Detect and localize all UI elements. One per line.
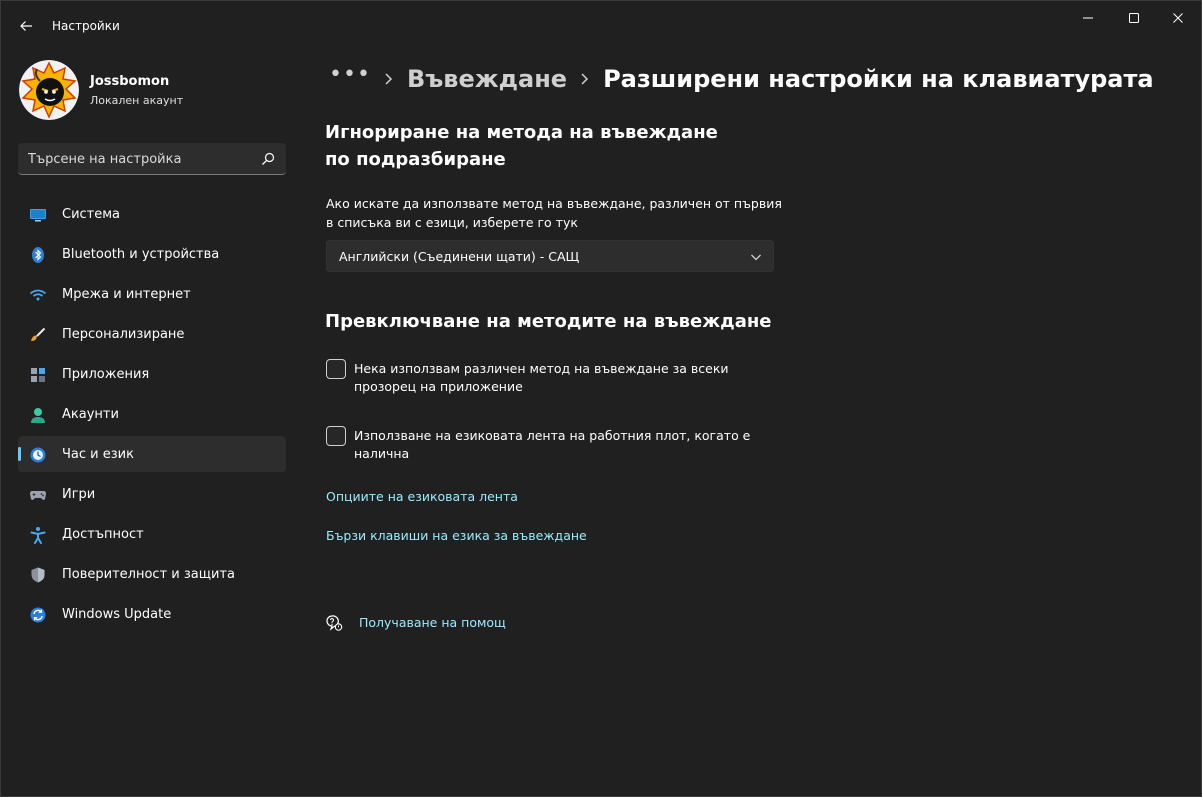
time-language-icon <box>30 447 46 463</box>
sidebar-item-label: Час и език <box>62 447 134 462</box>
per-app-input-label: Нека използвам различен метод на въвежда… <box>354 361 729 394</box>
help-icon <box>326 615 343 631</box>
sidebar-item-windows-update[interactable]: Windows Update <box>18 596 286 632</box>
breadcrumb-parent-link[interactable]: Въвеждане <box>407 65 567 93</box>
sidebar-nav: Система Bluetooth и устройства Мрежа и и… <box>18 196 286 636</box>
sidebar-item-accounts[interactable]: Акаунти <box>18 396 286 432</box>
user-name: Jossbomon <box>90 74 170 89</box>
app-title: Настройки <box>52 19 120 33</box>
back-arrow-icon <box>20 21 32 31</box>
close-button[interactable] <box>1155 1 1201 35</box>
bluetooth-icon <box>32 247 44 263</box>
sidebar-item-personalization[interactable]: Персонализиране <box>18 316 286 352</box>
bomb-avatar-icon <box>19 60 79 120</box>
apps-icon <box>31 368 45 382</box>
minimize-icon <box>1083 17 1093 19</box>
sidebar-item-label: Мрежа и интернет <box>62 287 191 302</box>
input-language-hotkeys-link[interactable]: Бързи клавиши на езика за въвеждане <box>326 528 587 543</box>
shield-icon <box>31 567 45 583</box>
sidebar-item-accessibility[interactable]: Достъпност <box>18 516 286 552</box>
system-icon <box>30 209 46 222</box>
wifi-icon <box>29 289 47 301</box>
chevron-right-icon <box>581 73 589 85</box>
breadcrumb-separator <box>573 69 597 89</box>
sidebar-item-bluetooth[interactable]: Bluetooth и устройства <box>18 236 286 272</box>
sidebar-item-label: Игри <box>62 487 96 502</box>
search-icon[interactable] <box>260 151 276 167</box>
dropdown-selected-value: Английски (Съединени щати) - САЩ <box>339 249 580 264</box>
breadcrumb: ••• Въвеждане Разширени настройки на кла… <box>329 61 1154 97</box>
page-title: Разширени настройки на клавиатурата <box>603 65 1154 93</box>
minimize-button[interactable] <box>1065 1 1111 35</box>
close-icon <box>1173 13 1183 23</box>
maximize-icon <box>1129 13 1139 23</box>
override-heading: Игнориране на метода на въвеждане по под… <box>325 122 718 170</box>
override-description: Ако искате да използвате метод на въвежд… <box>326 196 782 230</box>
language-bar-label: Използване на езиковата лента на работни… <box>354 428 751 461</box>
brush-icon <box>31 327 46 341</box>
get-help-link[interactable]: Получаване на помощ <box>359 615 506 630</box>
sidebar-item-network[interactable]: Мрежа и интернет <box>18 276 286 312</box>
breadcrumb-separator <box>377 69 401 89</box>
account-type: Локален акаунт <box>90 94 184 107</box>
sidebar-item-label: Достъпност <box>62 527 144 542</box>
sidebar-item-label: Поверителност и защита <box>62 567 235 582</box>
sidebar-item-label: Bluetooth и устройства <box>62 247 220 262</box>
chevron-down-icon <box>751 254 761 261</box>
sidebar-item-label: Приложения <box>62 367 150 382</box>
person-icon <box>31 408 45 423</box>
breadcrumb-overflow-button[interactable]: ••• <box>329 62 371 87</box>
sidebar-item-label: Персонализиране <box>62 327 185 342</box>
sidebar-item-gaming[interactable]: Игри <box>18 476 286 512</box>
settings-window: Настройки Jossbomon Локален акаунт Търсе… <box>0 0 1202 797</box>
input-method-dropdown[interactable]: Английски (Съединени щати) - САЩ <box>326 240 774 272</box>
language-bar-checkbox[interactable] <box>326 426 346 446</box>
sidebar-item-label: Windows Update <box>62 607 172 622</box>
per-app-input-checkbox[interactable] <box>326 359 346 379</box>
sidebar-item-system[interactable]: Система <box>18 196 286 232</box>
switching-heading: Превключване на методите на въвеждане <box>325 311 772 332</box>
language-bar-options-link[interactable]: Опциите на езиковата лента <box>326 489 518 504</box>
back-button[interactable] <box>11 13 41 39</box>
sidebar-item-apps[interactable]: Приложения <box>18 356 286 392</box>
sidebar-item-label: Система <box>62 207 121 222</box>
avatar[interactable] <box>19 60 79 120</box>
sidebar-item-privacy[interactable]: Поверителност и защита <box>18 556 286 592</box>
update-icon <box>30 607 46 623</box>
sidebar-item-time-language[interactable]: Час и език <box>18 436 286 472</box>
search-box[interactable] <box>18 143 286 175</box>
gamepad-icon <box>30 491 46 500</box>
per-app-input-option[interactable]: Нека използвам различен метод на въвежда… <box>326 359 786 399</box>
chevron-right-icon <box>385 73 392 85</box>
title-bar: Настройки <box>1 1 1201 49</box>
sidebar-item-label: Акаунти <box>62 407 119 422</box>
search-input[interactable] <box>28 149 248 169</box>
maximize-button[interactable] <box>1111 1 1157 35</box>
accessibility-icon <box>30 527 46 544</box>
language-bar-option[interactable]: Използване на езиковата лента на работни… <box>326 426 786 466</box>
